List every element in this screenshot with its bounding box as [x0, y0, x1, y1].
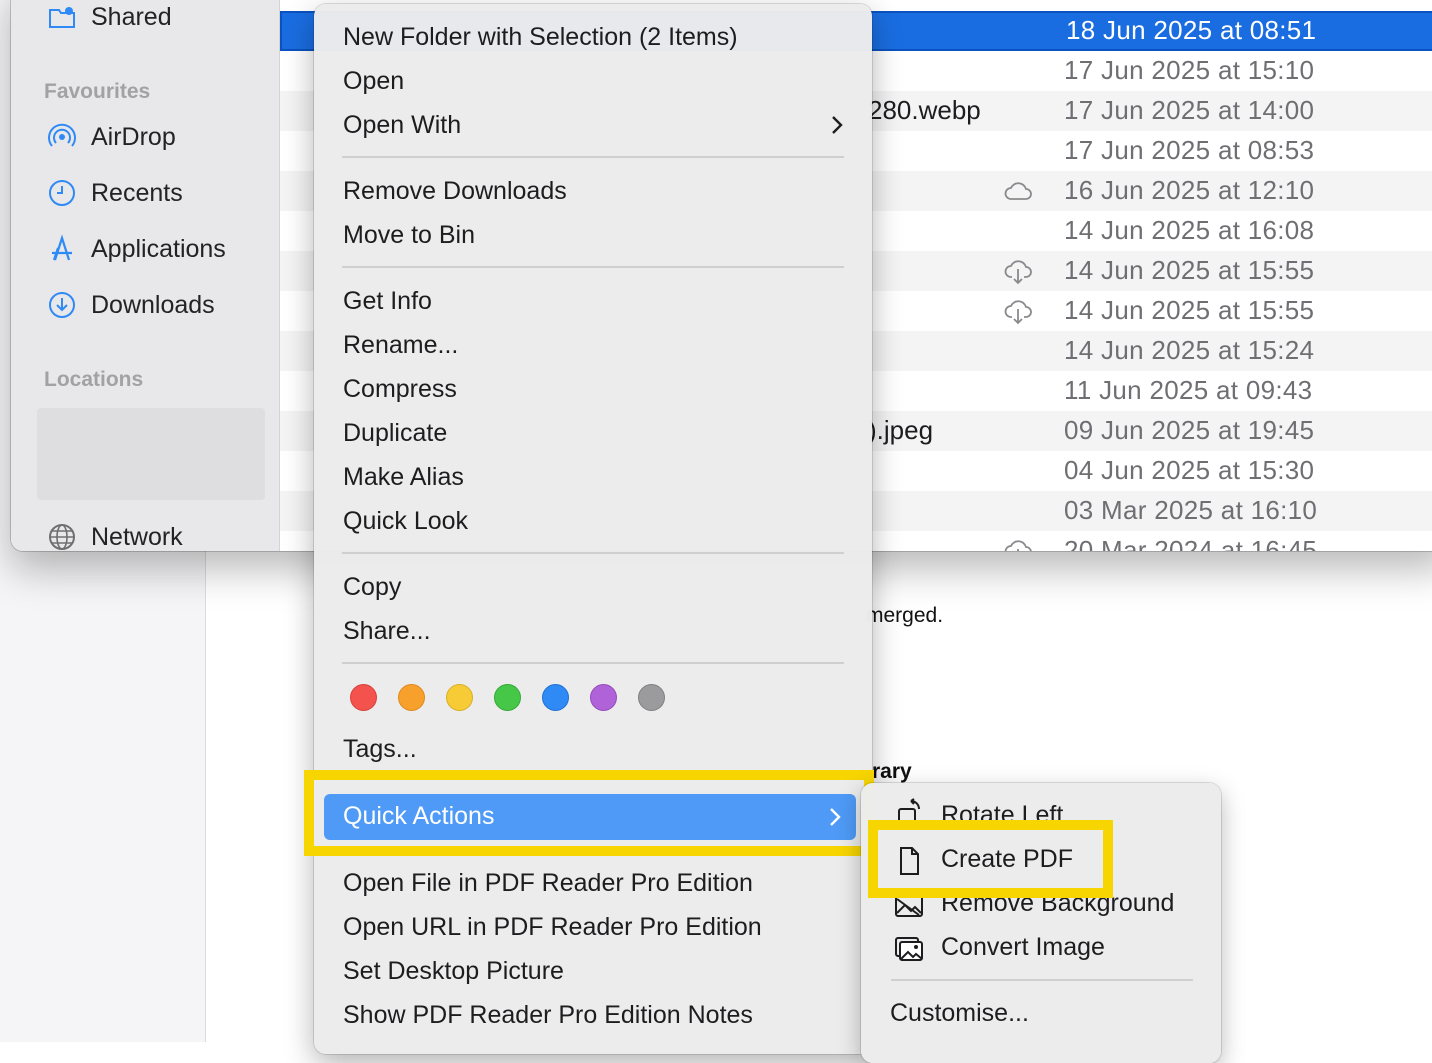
tag-red[interactable]: [350, 684, 377, 711]
sidebar-item-applications[interactable]: Applications: [47, 234, 226, 264]
file-date: 04 Jun 2025 at 15:30: [1064, 455, 1315, 485]
menu-item-open-file-pdf-reader[interactable]: Open File in PDF Reader Pro Edition: [343, 869, 753, 898]
tag-purple[interactable]: [590, 684, 617, 711]
clock-icon: [49, 180, 75, 206]
menu-item-set-desktop-picture[interactable]: Set Desktop Picture: [343, 957, 564, 986]
globe-icon: [49, 524, 75, 550]
menu-item-remove-downloads[interactable]: Remove Downloads: [343, 177, 567, 206]
finder-sidebar: Shared Favourites AirDrop Recents Applic…: [11, 0, 280, 551]
sidebar-item-label: Network: [91, 522, 183, 551]
sidebar-item-shared[interactable]: Shared: [47, 2, 172, 32]
file-date: 17 Jun 2025 at 14:00: [1064, 95, 1315, 125]
menu-separator: [342, 662, 844, 664]
submenu-item-customise[interactable]: Customise...: [890, 999, 1029, 1028]
sidebar-item-label: AirDrop: [91, 122, 176, 151]
download-icon: [49, 292, 75, 318]
menu-item-open[interactable]: Open: [343, 67, 404, 96]
cloud-download-icon[interactable]: [1002, 537, 1034, 551]
file-date: 03 Mar 2025 at 16:10: [1064, 495, 1318, 525]
file-date: 14 Jun 2025 at 16:08: [1064, 215, 1315, 245]
sidebar-item-downloads[interactable]: Downloads: [47, 290, 215, 320]
applications-icon: [52, 234, 72, 261]
file-date: 14 Jun 2025 at 15:55: [1064, 255, 1315, 285]
highlight-create-pdf: [868, 820, 1113, 898]
menu-separator: [342, 156, 844, 158]
file-date: 11 Jun 2025 at 09:43: [1064, 375, 1313, 405]
sidebar-item-recents[interactable]: Recents: [47, 178, 183, 208]
tag-blue[interactable]: [542, 684, 569, 711]
file-name: 280.webp: [868, 95, 981, 125]
background-text-library: rary: [872, 760, 912, 783]
shared-folder-icon: [49, 7, 75, 28]
file-date: 17 Jun 2025 at 15:10: [1064, 55, 1315, 85]
menu-item-open-url-pdf-reader[interactable]: Open URL in PDF Reader Pro Edition: [343, 913, 762, 942]
menu-item-make-alias[interactable]: Make Alias: [343, 463, 464, 492]
menu-separator: [891, 979, 1193, 981]
tag-yellow[interactable]: [446, 684, 473, 711]
menu-item-share[interactable]: Share...: [343, 617, 431, 646]
chevron-right-icon: [832, 116, 843, 134]
sidebar-item-label: Shared: [91, 2, 172, 31]
menu-separator: [342, 266, 844, 268]
convert-image-icon: [895, 937, 923, 961]
menu-item-duplicate[interactable]: Duplicate: [343, 419, 447, 448]
sidebar-item-airdrop[interactable]: AirDrop: [47, 122, 176, 152]
file-date: 14 Jun 2025 at 15:55: [1064, 295, 1315, 325]
sidebar-item-label: Recents: [91, 178, 183, 207]
menu-item-show-pdf-notes[interactable]: Show PDF Reader Pro Edition Notes: [343, 1001, 753, 1030]
file-date: 20 Mar 2024 at 16:45: [1064, 535, 1318, 551]
menu-item-get-info[interactable]: Get Info: [343, 287, 432, 316]
file-date: 16 Jun 2025 at 12:10: [1064, 175, 1315, 205]
context-menu: New Folder with Selection (2 Items) Open…: [314, 4, 872, 1054]
cloud-download-icon[interactable]: [1002, 297, 1034, 325]
menu-item-label: Open With: [343, 111, 462, 139]
file-date: 17 Jun 2025 at 08:53: [1064, 135, 1315, 165]
menu-item-open-with[interactable]: Open With: [343, 111, 843, 140]
menu-item-copy[interactable]: Copy: [343, 573, 401, 602]
menu-separator: [342, 552, 844, 554]
cloud-icon: [1004, 182, 1032, 200]
menu-item-rename[interactable]: Rename...: [343, 331, 458, 360]
file-date: 18 Jun 2025 at 08:51: [1066, 15, 1317, 45]
highlight-quick-actions: [304, 770, 874, 856]
menu-item-new-folder-with-selection[interactable]: New Folder with Selection (2 Items): [343, 23, 738, 52]
menu-item-move-to-bin[interactable]: Move to Bin: [343, 221, 475, 250]
sidebar-item-label: Applications: [91, 234, 226, 263]
file-date: 09 Jun 2025 at 19:45: [1064, 415, 1315, 445]
menu-item-tags[interactable]: Tags...: [343, 735, 417, 764]
redacted-location: [37, 408, 265, 500]
tag-orange[interactable]: [398, 684, 425, 711]
menu-item-compress[interactable]: Compress: [343, 375, 457, 404]
locations-header: Locations: [44, 368, 144, 391]
favourites-header: Favourites: [44, 80, 151, 103]
tag-green[interactable]: [494, 684, 521, 711]
file-name: ).jpeg: [868, 415, 934, 445]
background-text-merged: merged.: [866, 604, 944, 627]
file-date: 14 Jun 2025 at 15:24: [1064, 335, 1315, 365]
sidebar-item-label: Downloads: [91, 290, 215, 319]
airdrop-icon: [48, 123, 76, 147]
sidebar-item-network[interactable]: Network: [47, 522, 183, 551]
tag-grey[interactable]: [638, 684, 665, 711]
menu-item-quick-look[interactable]: Quick Look: [343, 507, 468, 536]
submenu-item-convert-image[interactable]: Convert Image: [941, 933, 1105, 962]
cloud-download-icon[interactable]: [1002, 257, 1034, 285]
